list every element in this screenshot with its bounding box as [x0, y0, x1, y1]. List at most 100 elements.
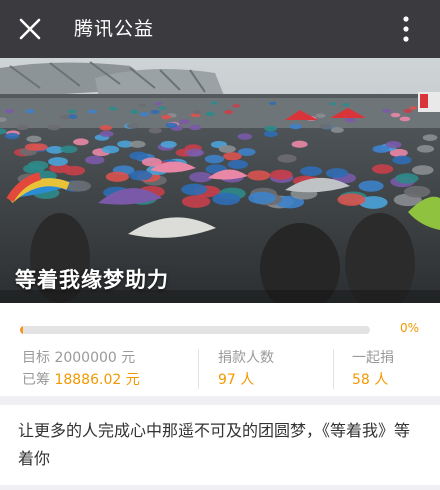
umbrella-shape [330, 127, 344, 133]
umbrella-shape [165, 122, 178, 128]
umbrella-shape [63, 165, 86, 176]
umbrella-shape [4, 109, 14, 114]
umbrella-shape [223, 152, 242, 161]
umbrella-shape [263, 130, 278, 138]
umbrella-shape [24, 143, 42, 151]
umbrella-shape [372, 145, 390, 153]
umbrella-shape [59, 115, 70, 120]
banner-title: 等着我缘梦助力 [15, 268, 169, 292]
umbrella-shape [129, 109, 139, 114]
umbrella-shape [422, 134, 438, 141]
umbrella-shape [181, 183, 208, 196]
umbrella-shape [101, 145, 120, 154]
umbrella-shape [344, 117, 356, 123]
umbrella-shape [189, 171, 213, 183]
donors-label: 捐款人数 [218, 350, 274, 366]
umbrella-shape [204, 154, 225, 164]
raised-unit: 元 [125, 372, 140, 388]
umbrella-shape [248, 191, 276, 205]
umbrella-shape [315, 113, 326, 118]
umbrella-shape [129, 140, 146, 148]
umbrella-shape [210, 101, 218, 105]
donors-unit: 人 [240, 372, 255, 388]
umbrella-shape [232, 104, 241, 108]
together-label: 一起捐 [352, 350, 394, 366]
more-vertical-icon[interactable] [396, 14, 416, 44]
umbrella-shape [382, 108, 392, 113]
umbrella-shape [392, 155, 412, 165]
together-block[interactable]: 一起捐 58 人 [352, 347, 394, 391]
raised-label: 已筹 [22, 372, 50, 388]
umbrella-shape [212, 192, 241, 206]
target-raised-block: 目标 2000000 元 已筹 18886.02 元 [22, 347, 140, 391]
umbrella-shape [192, 110, 202, 115]
top-bar: 腾讯公益 [0, 0, 440, 58]
umbrella-shape [224, 110, 234, 115]
umbrella-shape [129, 151, 148, 160]
umbrella-shape [416, 145, 435, 153]
target-value: 2000000 元 [54, 350, 136, 366]
umbrella-shape [48, 157, 68, 166]
umbrella-shape [289, 123, 302, 130]
page-title: 腾讯公益 [74, 18, 155, 40]
umbrella-shape [138, 103, 147, 108]
divider [198, 349, 199, 389]
umbrella-shape [108, 106, 118, 111]
umbrella-shape [409, 106, 418, 110]
umbrella-shape [399, 116, 411, 122]
umbrella-shape [161, 114, 172, 120]
umbrella-shape [26, 135, 42, 143]
donors-value: 97 [218, 372, 236, 388]
umbrella-shape [325, 168, 349, 179]
umbrella-shape [129, 170, 153, 181]
umbrella-shape [218, 145, 236, 153]
umbrella-shape [371, 164, 394, 174]
umbrella-shape [337, 193, 366, 206]
umbrella-shape [148, 127, 162, 134]
umbrella-shape [358, 180, 384, 192]
umbrella-shape [4, 132, 20, 140]
umbrella-shape [158, 106, 167, 111]
umbrella-shape [188, 124, 202, 131]
campaign-banner[interactable]: 等着我缘梦助力 [0, 58, 440, 303]
together-unit: 人 [374, 372, 389, 388]
target-label: 目标 [22, 350, 50, 366]
umbrella-shape [16, 124, 29, 131]
umbrella-shape [403, 185, 431, 198]
umbrella-shape [160, 140, 177, 149]
umbrella-shape [154, 102, 162, 106]
divider [333, 349, 334, 389]
umbrella-shape [247, 170, 271, 181]
umbrella-shape [395, 173, 419, 184]
umbrella-shape [390, 112, 401, 118]
umbrella-shape [105, 171, 129, 182]
umbrella-shape [99, 130, 114, 137]
fundraising-stats: 0% 目标 2000000 元 已筹 18886.02 元 捐款人数 97 人 … [0, 303, 440, 396]
umbrella-shape [126, 123, 139, 129]
umbrella-shape [342, 102, 350, 107]
umbrella-shape [178, 119, 191, 125]
umbrella-shape [67, 109, 77, 114]
umbrella-shape [319, 123, 332, 130]
umbrella-shape [150, 109, 160, 114]
umbrella-shape [269, 169, 293, 180]
umbrella-shape [403, 108, 413, 113]
close-icon[interactable] [15, 14, 45, 44]
umbrella-shape [205, 111, 216, 117]
umbrella-shape [47, 124, 60, 131]
campaign-description: 让更多的人完成心中那遥不可及的团圆梦，《等着我》等着你 [0, 405, 440, 485]
umbrella-shape [411, 165, 434, 175]
umbrella-shape [329, 102, 337, 106]
umbrella-shape [27, 160, 49, 170]
umbrella-shape [264, 125, 278, 132]
umbrella-shape [237, 133, 253, 140]
umbrella-shape [139, 112, 150, 117]
progress-bar [20, 326, 370, 334]
umbrella-shape [88, 109, 98, 114]
umbrella-shape [60, 145, 78, 154]
umbrella-shape [73, 138, 89, 146]
progress-percent: 0% [400, 321, 420, 335]
umbrella-shape [85, 155, 105, 165]
umbrella-shape [291, 140, 308, 148]
umbrella-shape [99, 125, 113, 131]
